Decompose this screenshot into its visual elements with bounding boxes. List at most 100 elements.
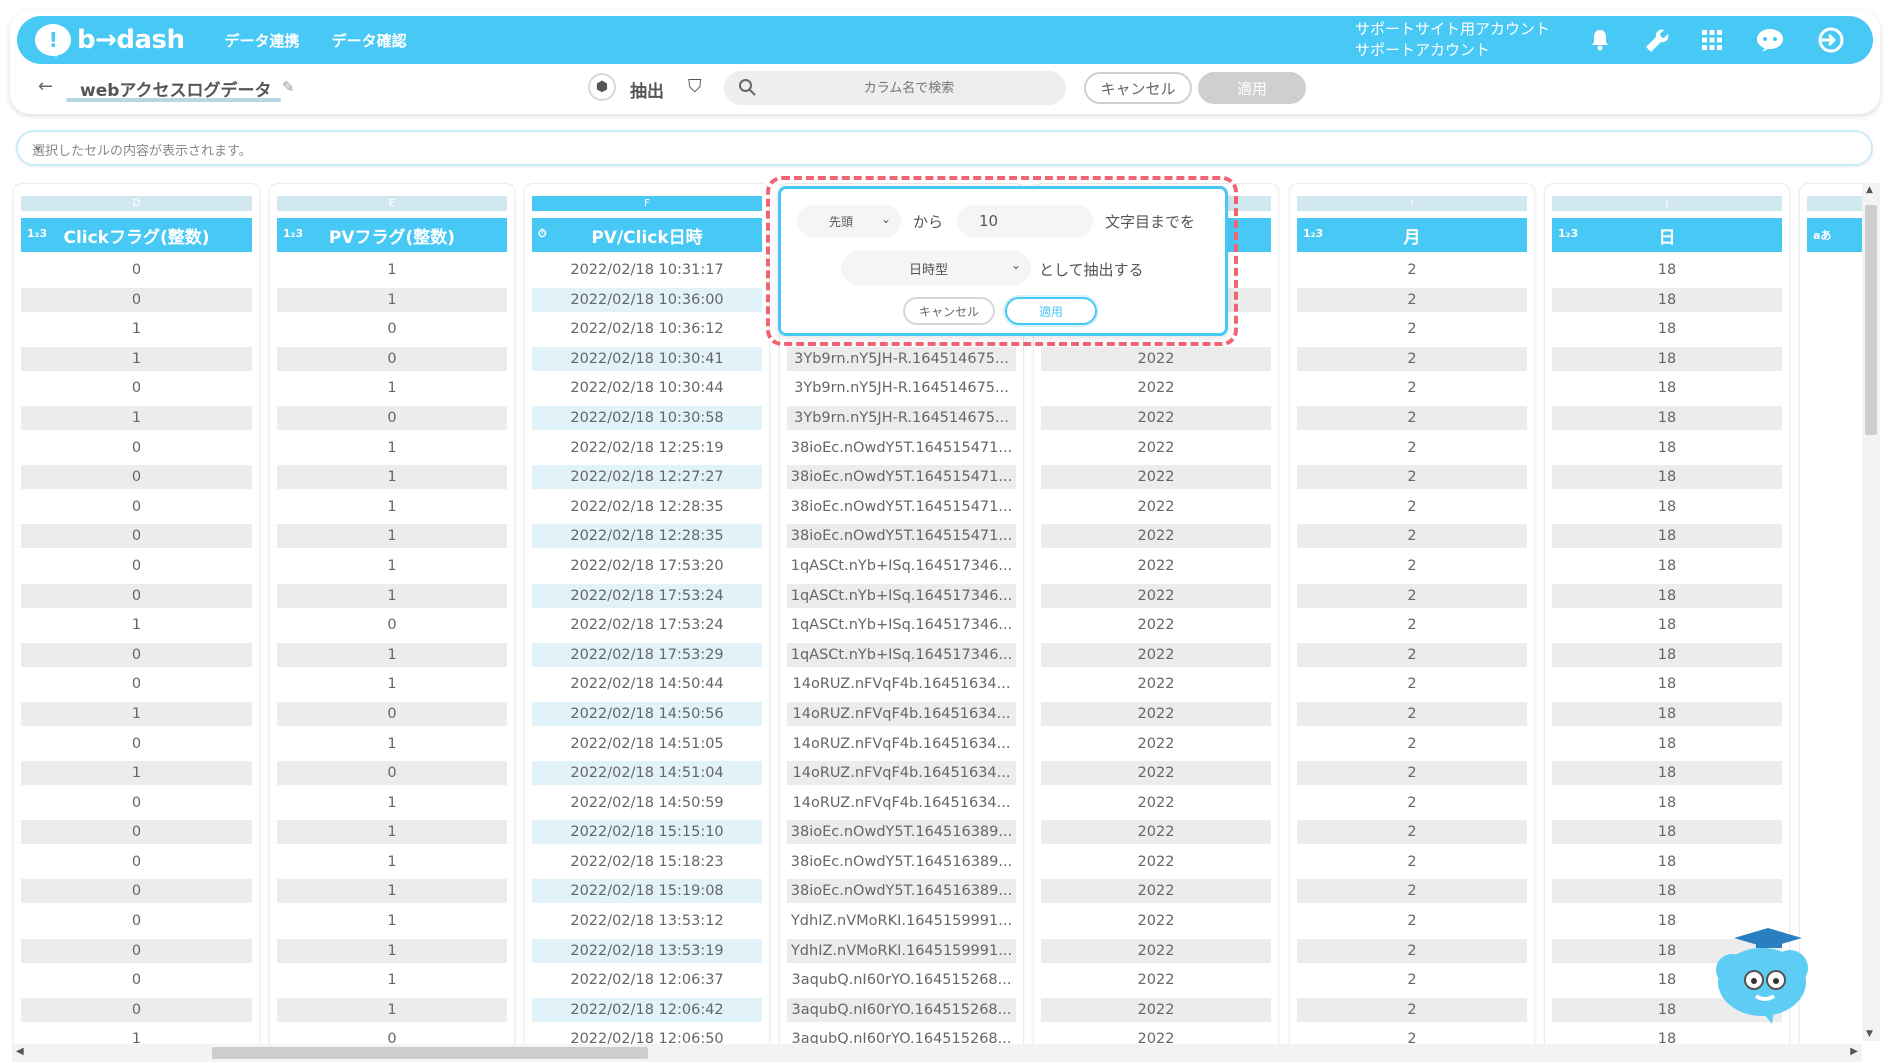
table-cell[interactable]: 2022/02/18 12:25:19 xyxy=(532,436,762,460)
table-cell[interactable]: 3Yb9rn.nY5JH-R.164514675... xyxy=(787,405,1016,430)
table-cell[interactable]: 2 xyxy=(1297,524,1527,549)
table-cell[interactable]: 38ioEc.nOwdY5T.164516389... xyxy=(787,879,1016,904)
table-cell[interactable]: 1 xyxy=(277,287,507,312)
table-cell[interactable]: 2 xyxy=(1297,732,1527,756)
table-cell[interactable]: 2022/02/18 10:30:41 xyxy=(532,346,762,371)
table-cell[interactable]: 2 xyxy=(1297,672,1527,696)
table-cell[interactable]: 0 xyxy=(21,376,252,400)
table-cell[interactable]: YdhIZ.nVMoRKI.1645159991... xyxy=(787,909,1016,933)
table-cell[interactable]: 2022/02/18 14:50:44 xyxy=(532,672,762,696)
table-cell[interactable]: 2022/02/18 17:53:20 xyxy=(532,554,762,578)
table-cell[interactable]: 2022 xyxy=(1041,997,1271,1022)
apply-button[interactable]: 適用 xyxy=(1198,72,1306,104)
table-cell[interactable]: 2 xyxy=(1297,613,1527,637)
logout-icon[interactable] xyxy=(1817,27,1845,53)
column-letter[interactable]: D xyxy=(21,196,252,211)
table-cell[interactable]: 18 xyxy=(1552,287,1782,312)
logo[interactable]: ! b→dash xyxy=(35,24,185,57)
table-cell[interactable]: 18 xyxy=(1552,524,1782,549)
table-cell[interactable]: 0 xyxy=(277,701,507,726)
table-cell[interactable]: 2022 xyxy=(1041,938,1271,963)
table-cell[interactable]: 18 xyxy=(1552,495,1782,519)
popup-apply-button[interactable]: 適用 xyxy=(1005,297,1097,325)
table-cell[interactable]: 2 xyxy=(1297,405,1527,430)
chevron-down-icon[interactable]: ⌄ xyxy=(32,139,1855,154)
table-cell[interactable]: 2022/02/18 15:18:23 xyxy=(532,850,762,874)
table-cell[interactable]: 1 xyxy=(21,761,252,786)
table-cell[interactable]: 2 xyxy=(1297,495,1527,519)
table-cell[interactable]: 1 xyxy=(277,850,507,874)
table-cell[interactable]: 1 xyxy=(21,317,252,341)
table-cell[interactable]: 2 xyxy=(1297,436,1527,460)
table-cell[interactable]: 2 xyxy=(1297,642,1527,667)
vertical-scrollbar[interactable]: ▲ ▼ xyxy=(1862,183,1880,1041)
table-cell[interactable]: 18 xyxy=(1552,554,1782,578)
table-cell[interactable]: 2 xyxy=(1297,791,1527,815)
horizontal-scrollbar[interactable]: ◀ ▶ xyxy=(12,1044,1862,1062)
table-cell[interactable]: 18 xyxy=(1552,317,1782,341)
table-cell[interactable]: 38ioEc.nOwdY5T.164515471... xyxy=(787,524,1016,549)
table-cell[interactable]: 2 xyxy=(1297,287,1527,312)
table-cell[interactable]: 1qASCt.nYb+ISq.164517346... xyxy=(787,554,1016,578)
vertical-scroll-thumb[interactable] xyxy=(1865,205,1877,435)
table-cell[interactable]: 1 xyxy=(277,495,507,519)
extract-icon[interactable]: ⬢ xyxy=(588,73,616,101)
table-cell[interactable]: 38ioEc.nOwdY5T.164516389... xyxy=(787,820,1016,845)
table-cell[interactable]: 1 xyxy=(277,583,507,608)
table-cell[interactable]: 18 xyxy=(1552,732,1782,756)
column-header[interactable]: 1₂3 Clickフラグ(整数) xyxy=(21,218,252,252)
table-cell[interactable]: 2022/02/18 17:53:24 xyxy=(532,583,762,608)
table-cell[interactable]: 1 xyxy=(277,791,507,815)
table-cell[interactable]: 1 xyxy=(21,405,252,430)
table-cell[interactable]: 18 xyxy=(1552,850,1782,874)
column-letter[interactable]: I xyxy=(1297,196,1527,211)
table-cell[interactable]: 2022 xyxy=(1041,405,1271,430)
table-cell[interactable]: 2022/02/18 13:53:19 xyxy=(532,938,762,963)
table-cell[interactable]: 2022 xyxy=(1041,583,1271,608)
cancel-button[interactable]: キャンセル xyxy=(1084,72,1192,104)
table-cell[interactable]: 18 xyxy=(1552,405,1782,430)
table-cell[interactable]: 2 xyxy=(1297,850,1527,874)
table-cell[interactable]: 38ioEc.nOwdY5T.164515471... xyxy=(787,465,1016,490)
column-letter[interactable]: F xyxy=(532,196,762,211)
start-position-select[interactable]: 先頭 ⌄ xyxy=(797,205,901,237)
table-cell[interactable]: 2022/02/18 14:51:05 xyxy=(532,732,762,756)
table-cell[interactable]: 2 xyxy=(1297,701,1527,726)
table-cell[interactable]: 2 xyxy=(1297,554,1527,578)
table-cell[interactable]: 2022/02/18 17:53:24 xyxy=(532,613,762,637)
table-cell[interactable]: 2022 xyxy=(1041,732,1271,756)
table-cell[interactable]: 3aqubQ.nI60rYO.164515268... xyxy=(787,968,1016,992)
table-cell[interactable]: 2 xyxy=(1297,820,1527,845)
table-cell[interactable]: 0 xyxy=(21,436,252,460)
table-cell[interactable]: 0 xyxy=(21,997,252,1022)
table-cell[interactable]: 2022/02/18 14:51:04 xyxy=(532,761,762,786)
table-cell[interactable]: 0 xyxy=(21,465,252,490)
table-cell[interactable]: 1 xyxy=(21,701,252,726)
table-cell[interactable]: 1 xyxy=(277,938,507,963)
table-cell[interactable]: 0 xyxy=(21,879,252,904)
table-cell[interactable]: 1 xyxy=(277,465,507,490)
support-chat-icon[interactable] xyxy=(1755,27,1785,53)
table-cell[interactable]: 0 xyxy=(21,583,252,608)
table-cell[interactable]: 2 xyxy=(1297,997,1527,1022)
apps-grid-icon[interactable] xyxy=(1701,29,1723,51)
table-cell[interactable]: 2022/02/18 12:06:42 xyxy=(532,997,762,1022)
table-cell[interactable]: 14oRUZ.nFVqF4b.16451634... xyxy=(787,761,1016,786)
table-cell[interactable]: 2 xyxy=(1297,376,1527,400)
table-cell[interactable]: 0 xyxy=(21,820,252,845)
column-search-input[interactable] xyxy=(764,71,1054,105)
table-cell[interactable]: 2 xyxy=(1297,761,1527,786)
table-cell[interactable]: 18 xyxy=(1552,701,1782,726)
table-cell[interactable]: 18 xyxy=(1552,791,1782,815)
table-cell[interactable]: 2022 xyxy=(1041,791,1271,815)
table-cell[interactable]: 2 xyxy=(1297,258,1527,282)
table-cell[interactable]: YdhIZ.nVMoRKI.1645159991... xyxy=(787,938,1016,963)
table-cell[interactable]: 0 xyxy=(21,258,252,282)
table-cell[interactable]: 18 xyxy=(1552,376,1782,400)
table-cell[interactable]: 2022 xyxy=(1041,436,1271,460)
table-cell[interactable]: 2 xyxy=(1297,879,1527,904)
table-cell[interactable]: 2 xyxy=(1297,583,1527,608)
table-cell[interactable]: 18 xyxy=(1552,436,1782,460)
table-cell[interactable]: 2 xyxy=(1297,938,1527,963)
column-header[interactable]: ⏱ PV/Click日時 xyxy=(532,218,762,252)
